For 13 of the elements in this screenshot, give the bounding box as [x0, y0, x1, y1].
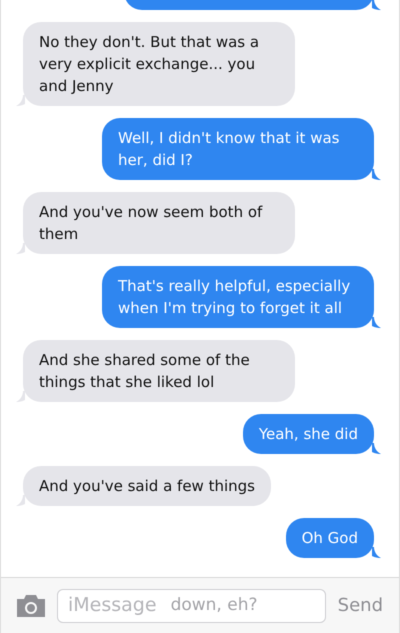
ghost-text: down, eh?: [170, 594, 258, 617]
bubble-tail-icon: [16, 95, 25, 106]
camera-icon[interactable]: [15, 594, 47, 618]
bubble-tail-icon: [372, 169, 381, 180]
message-input-field[interactable]: iMessage down, eh?: [57, 588, 326, 622]
bubble-tail-icon: [372, 547, 381, 558]
bubble-tail-icon: [372, 443, 381, 454]
bubble-tail-icon: [16, 495, 25, 506]
input-placeholder: iMessage: [68, 593, 157, 618]
bubble-tail-icon: [16, 391, 25, 402]
bubble-tail-icon: [16, 243, 25, 254]
send-button[interactable]: Send: [336, 592, 385, 619]
bubble-tail-icon: [372, 317, 381, 328]
